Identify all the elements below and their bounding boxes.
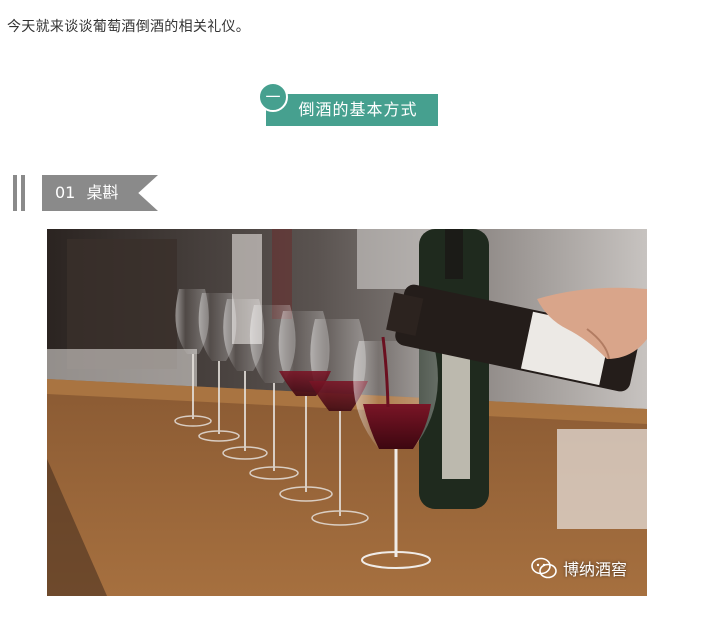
sub-heading: 01 桌斟: [13, 173, 158, 213]
sub-heading-label: 01 桌斟: [42, 175, 158, 211]
wine-pouring-photo: 博纳酒窖: [47, 229, 647, 596]
intro-text: 今天就来谈谈葡萄酒倒酒的相关礼仪。: [7, 19, 251, 35]
sub-heading-bar: [13, 175, 17, 211]
photo-illustration: [47, 229, 647, 596]
sub-heading-bar: [21, 175, 25, 211]
section-heading: 倒酒的基本方式 一: [258, 82, 442, 128]
section-number-badge: 一: [258, 82, 288, 112]
watermark: 博纳酒窖: [531, 556, 627, 580]
watermark-text: 博纳酒窖: [562, 560, 627, 579]
wechat-icon: [531, 557, 557, 579]
section-title: 倒酒的基本方式: [266, 94, 438, 126]
